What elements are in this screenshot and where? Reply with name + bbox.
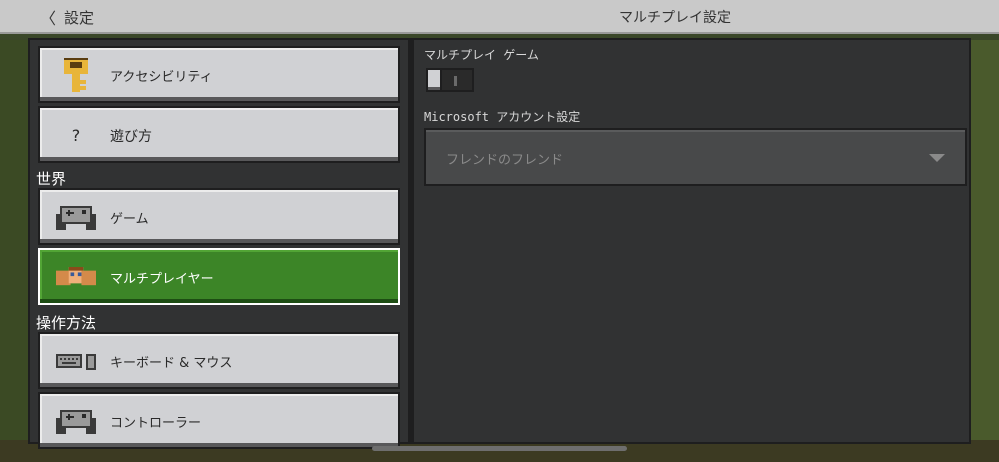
sidebar-item-label: コントローラー <box>110 416 202 431</box>
back-label: 設定 <box>64 8 95 27</box>
key-icon <box>56 58 96 92</box>
home-indicator[interactable] <box>372 446 627 451</box>
section-header-controls: 操作方法 <box>36 314 97 332</box>
question-icon: ? <box>71 125 81 145</box>
controller-icon <box>56 200 96 234</box>
keyboard-mouse-icon <box>56 344 96 378</box>
sidebar-item-label: 遊び方 <box>110 129 152 145</box>
toggle-knob <box>426 68 442 92</box>
friends-permission-dropdown[interactable]: フレンドのフレンド <box>424 128 967 186</box>
players-icon <box>56 260 96 294</box>
sidebar-item-label: キーボード & マウス <box>110 356 233 371</box>
chevron-left-icon: 〈 <box>40 9 57 28</box>
header-bar: 〈 設定 マルチプレイ設定 <box>0 0 999 34</box>
sidebar-item-label: マルチプレイヤー <box>110 272 214 287</box>
back-button[interactable]: 〈 設定 <box>40 4 94 30</box>
multiplayer-game-toggle[interactable] <box>426 68 474 92</box>
sidebar-item-controller[interactable]: コントローラー <box>38 392 400 449</box>
sidebar-item-keyboard-mouse[interactable]: キーボード & マウス <box>38 332 400 389</box>
page-title: マルチプレイ設定 <box>619 10 731 26</box>
section-header-world: 世界 <box>36 170 67 188</box>
sidebar-item-game[interactable]: ゲーム <box>38 188 400 245</box>
toggle-off-mark <box>454 76 457 86</box>
sidebar-item-label: ゲーム <box>110 212 149 227</box>
multiplayer-game-label: マルチプレイ ゲーム <box>424 48 539 62</box>
settings-panel: アクセシビリティ ? 遊び方 世界 ゲーム マルチプレイヤー 操作方法 キーボー… <box>28 38 971 449</box>
chevron-down-icon <box>929 154 945 162</box>
sidebar-item-multiplayer[interactable]: マルチプレイヤー <box>38 248 400 305</box>
settings-content: マルチプレイ ゲーム Microsoft アカウント設定 フレンドのフレンド <box>414 40 969 442</box>
controller-icon <box>56 404 96 438</box>
sidebar-item-how-to-play[interactable]: ? 遊び方 <box>38 106 400 163</box>
sidebar-item-accessibility[interactable]: アクセシビリティ <box>38 46 400 103</box>
settings-sidebar: アクセシビリティ ? 遊び方 世界 ゲーム マルチプレイヤー 操作方法 キーボー… <box>30 40 411 449</box>
dropdown-value: フレンドのフレンド <box>446 153 564 168</box>
sidebar-item-label: アクセシビリティ <box>110 70 213 85</box>
account-settings-label: Microsoft アカウント設定 <box>424 110 581 124</box>
